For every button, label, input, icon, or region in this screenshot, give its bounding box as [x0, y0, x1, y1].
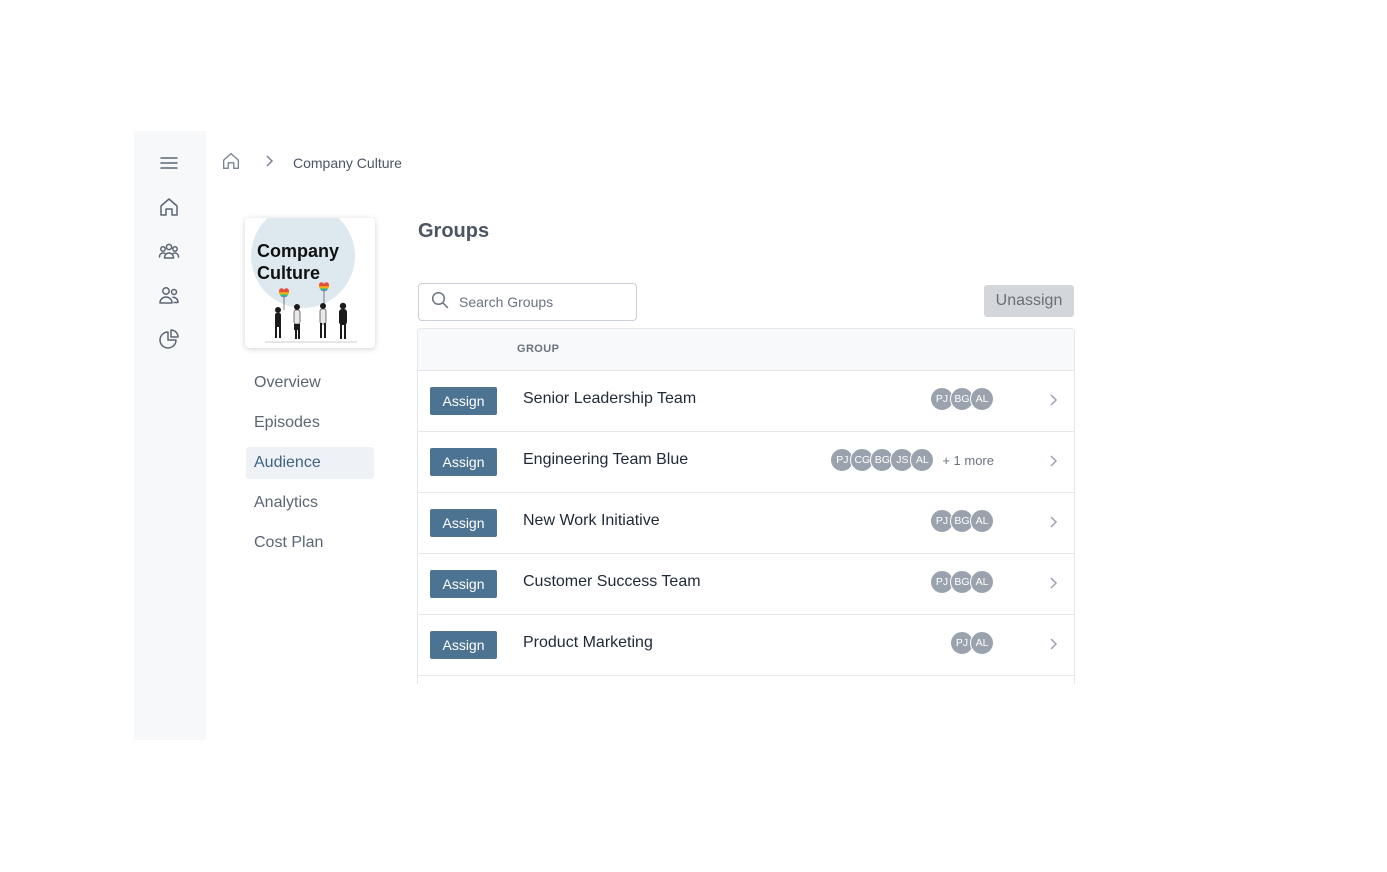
search-icon	[431, 291, 449, 314]
group-name: Senior Leadership Team	[523, 390, 697, 407]
home-icon[interactable]	[154, 192, 184, 222]
more-members-count: + 1 more	[942, 452, 994, 468]
subnav-item-overview[interactable]: Overview	[246, 367, 374, 399]
table-row[interactable]: Assign Engineering Team Blue PJ CG BG JS…	[418, 432, 1074, 493]
member-avatars: PJ CG BG JS AL + 1 more	[830, 448, 994, 472]
avatar: AL	[970, 631, 994, 655]
table-header: GROUP	[418, 329, 1074, 371]
table-row[interactable]: Assign Product Marketing PJ AL	[418, 615, 1074, 676]
subnav-item-analytics[interactable]: Analytics	[246, 487, 374, 519]
table-row[interactable]: Assign Senior Leadership Team PJ BG AL	[418, 371, 1074, 432]
course-subnav: Overview Episodes Audience Analytics Cos…	[246, 367, 374, 567]
group-name: Engineering Team Blue	[523, 451, 689, 468]
icon-rail	[134, 131, 206, 740]
people-icon[interactable]	[154, 280, 184, 310]
pie-chart-icon[interactable]	[154, 324, 184, 354]
group-name: New Work Initiative	[523, 512, 660, 529]
chevron-right-icon[interactable]	[1046, 454, 1060, 468]
avatar: AL	[970, 509, 994, 533]
table-row[interactable]: Assign Customer Success Team PJ BG AL	[418, 554, 1074, 615]
groups-table: GROUP Assign Senior Leadership Team PJ B…	[417, 328, 1075, 684]
group-name: Customer Success Team	[523, 573, 701, 590]
column-header-group: GROUP	[517, 343, 560, 355]
table-row[interactable]: Assign New Work Initiative PJ BG AL	[418, 493, 1074, 554]
assign-button[interactable]: Assign	[430, 387, 497, 415]
avatar: AL	[970, 387, 994, 411]
chevron-right-icon[interactable]	[1046, 515, 1060, 529]
breadcrumb-home-icon[interactable]	[220, 150, 242, 177]
unassign-button[interactable]: Unassign	[984, 285, 1074, 317]
group-name: Product Marketing	[523, 634, 653, 651]
subnav-item-cost-plan[interactable]: Cost Plan	[246, 527, 374, 559]
avatar: AL	[970, 570, 994, 594]
breadcrumb-current: Company Culture	[293, 155, 402, 171]
chevron-right-icon[interactable]	[1046, 637, 1060, 651]
member-avatars: PJ BG AL	[930, 509, 994, 533]
subnav-item-audience[interactable]: Audience	[246, 447, 374, 479]
avatar: AL	[910, 448, 935, 472]
search-box	[418, 283, 637, 321]
assign-button[interactable]: Assign	[430, 631, 497, 659]
subnav-item-episodes[interactable]: Episodes	[246, 407, 374, 439]
svg-text:Company: Company	[257, 241, 339, 261]
chevron-right-icon[interactable]	[1046, 393, 1060, 407]
course-cover-image: Company Culture	[245, 218, 375, 348]
groups-icon[interactable]	[154, 236, 184, 266]
assign-button[interactable]: Assign	[430, 509, 497, 537]
chevron-right-icon	[262, 154, 276, 173]
member-avatars: PJ AL	[950, 631, 994, 655]
breadcrumb: Company Culture	[220, 150, 402, 176]
svg-text:Culture: Culture	[257, 263, 320, 283]
assign-button[interactable]: Assign	[430, 448, 497, 476]
chevron-right-icon[interactable]	[1046, 576, 1060, 590]
member-avatars: PJ BG AL	[930, 387, 994, 411]
assign-button[interactable]: Assign	[430, 570, 497, 598]
menu-icon[interactable]	[154, 148, 184, 178]
page-title: Groups	[418, 220, 490, 242]
member-avatars: PJ BG AL	[930, 570, 994, 594]
search-input[interactable]	[459, 294, 619, 310]
